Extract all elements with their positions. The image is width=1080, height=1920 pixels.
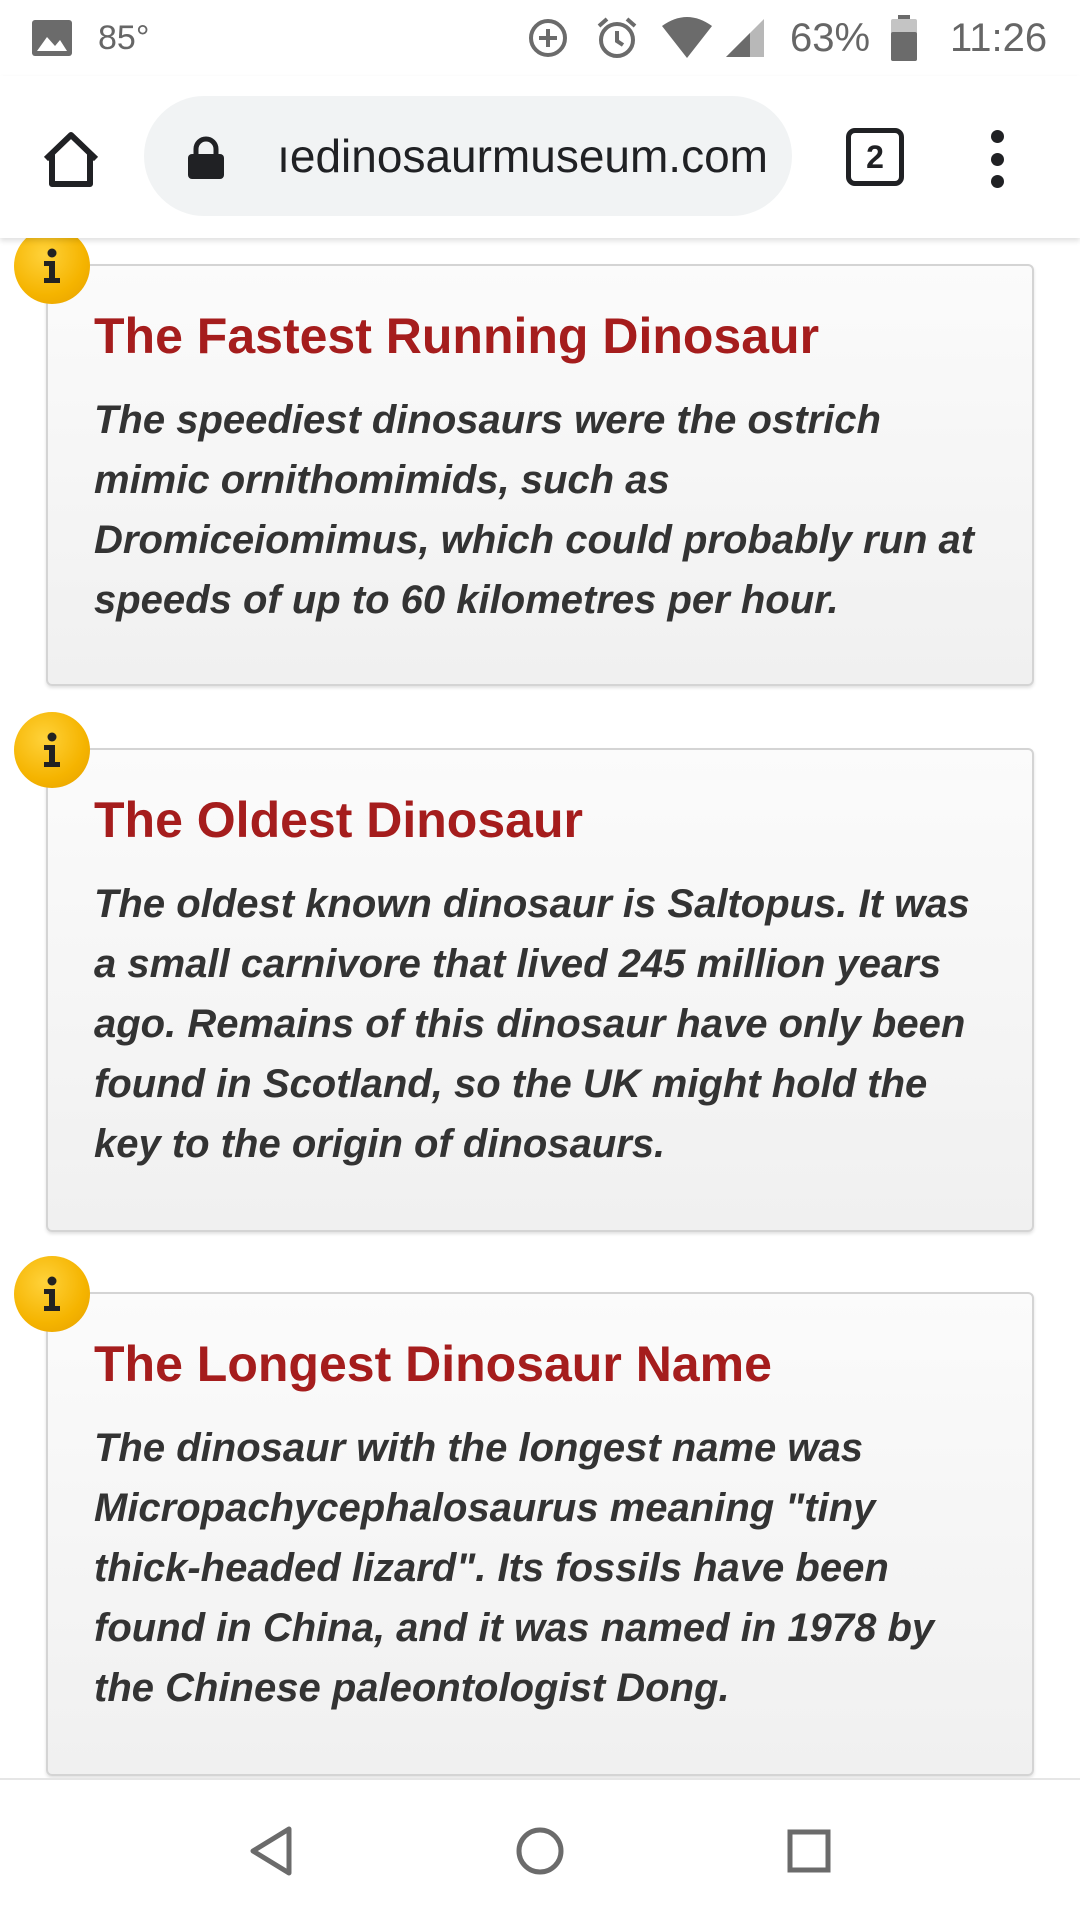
back-button[interactable] (236, 1816, 306, 1886)
fact-body: The dinosaur with the longest name was M… (94, 1426, 935, 1710)
home-icon (43, 132, 99, 187)
battery-icon (890, 0, 918, 76)
fact-card: The Oldest Dinosaur The oldest known din… (46, 748, 1034, 1232)
home-nav-button[interactable] (505, 1816, 575, 1886)
tab-count: 2 (866, 138, 884, 175)
browser-toolbar: ıedinosaurmuseum.com 2 (0, 76, 1080, 238)
fact-body: The speediest dinosaurs were the ostrich… (94, 398, 975, 622)
fact-card: The Fastest Running Dinosaur The speedie… (46, 264, 1034, 686)
wifi-icon (660, 0, 714, 76)
recents-icon (787, 1829, 831, 1873)
data-saver-icon (526, 0, 570, 76)
phone-screen: 85° 63% 11:26 ıedinosaurmuseum.com 2 The… (0, 0, 1080, 1920)
home-button[interactable] (36, 124, 106, 194)
status-bar: 85° 63% 11:26 (0, 0, 1080, 76)
image-icon (30, 0, 74, 76)
fact-title: The Oldest Dinosaur (94, 792, 583, 848)
system-nav-bar (0, 1778, 1080, 1920)
back-icon (250, 1826, 292, 1876)
lock-icon (188, 136, 224, 179)
more-vert-icon[interactable] (972, 124, 1022, 194)
recents-button[interactable] (774, 1816, 844, 1886)
alarm-icon (594, 0, 640, 76)
fact-title: The Longest Dinosaur Name (94, 1336, 772, 1392)
clock-text: 11:26 (950, 15, 1048, 60)
home-circle-icon (516, 1827, 564, 1875)
url-text[interactable]: ıedinosaurmuseum.com (244, 96, 768, 216)
info-icon (14, 1256, 90, 1332)
url-bar[interactable]: ıedinosaurmuseum.com (144, 96, 792, 216)
tab-switcher-button[interactable]: 2 (846, 128, 904, 186)
fact-body: The oldest known dinosaur is Saltopus. I… (94, 882, 970, 1166)
signal-icon (724, 0, 766, 76)
battery-percent-text: 63% (790, 15, 871, 60)
temperature-text: 85° (98, 18, 150, 57)
info-icon (14, 712, 90, 788)
fact-card: The Longest Dinosaur Name The dinosaur w… (46, 1292, 1034, 1776)
page-content: The Fastest Running Dinosaur The speedie… (0, 238, 1080, 1778)
fact-title: The Fastest Running Dinosaur (94, 308, 820, 364)
